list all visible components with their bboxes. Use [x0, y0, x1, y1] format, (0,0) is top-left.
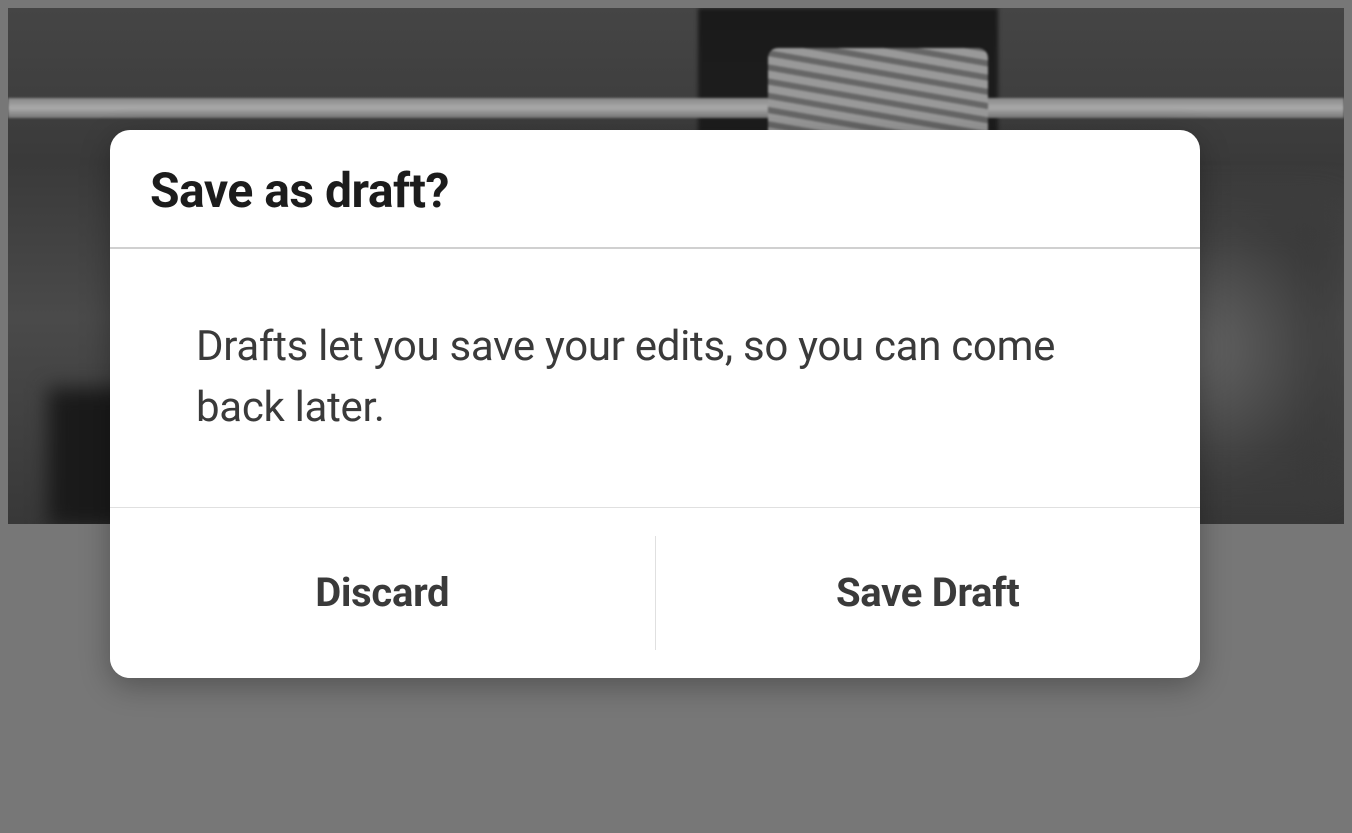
dialog-body: Drafts let you save your edits, so you c… [110, 249, 1200, 507]
dialog-header: Save as draft? [110, 130, 1200, 247]
discard-button[interactable]: Discard [110, 508, 655, 678]
save-draft-button[interactable]: Save Draft [656, 508, 1201, 678]
save-draft-dialog: Save as draft? Drafts let you save your … [110, 130, 1200, 678]
dialog-title: Save as draft? [150, 162, 1160, 219]
dialog-message: Drafts let you save your edits, so you c… [196, 317, 1152, 439]
dialog-button-row: Discard Save Draft [110, 508, 1200, 678]
